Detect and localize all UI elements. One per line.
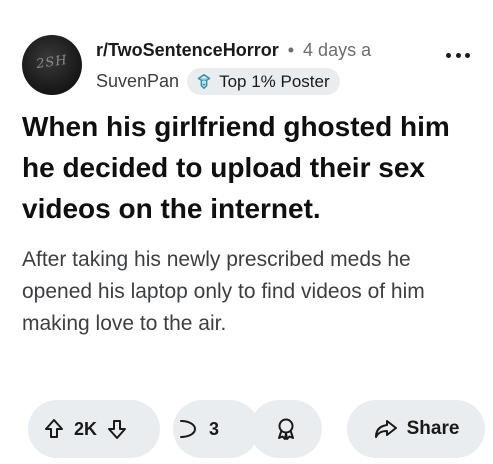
vote-count: 2K	[74, 418, 98, 439]
post-time: 4 days a	[303, 40, 372, 60]
arrow-down-icon[interactable]	[105, 417, 129, 441]
share-label: Share	[406, 418, 460, 439]
avatar-logo-text: 2SH	[35, 52, 69, 73]
share-icon	[373, 417, 399, 441]
post-body: After taking his newly prescribed meds h…	[22, 248, 425, 335]
author-badge: Top 1% Poster	[187, 68, 340, 95]
meta-separator: •	[287, 40, 295, 60]
author-line: SuvenPan Top 1% Poster	[96, 68, 340, 95]
post-meta: r/TwoSentenceHorror • 4 days a	[96, 40, 371, 61]
subreddit-avatar[interactable]: 2SH	[22, 35, 82, 95]
award-icon	[273, 416, 299, 442]
award-button[interactable]	[250, 400, 322, 458]
subreddit-link[interactable]: r/TwoSentenceHorror	[96, 40, 279, 60]
post-card: 2SH r/TwoSentenceHorror • 4 days a Suven…	[0, 0, 493, 464]
more-horizontal-icon[interactable]	[446, 50, 470, 60]
vote-control: 2K	[28, 400, 160, 458]
top-poster-icon	[197, 73, 211, 89]
comment-count: 3	[209, 418, 220, 439]
post-title[interactable]: When his girlfriend ghosted him he decid…	[22, 106, 482, 229]
arrow-up-icon[interactable]	[42, 417, 66, 441]
author-badge-label: Top 1% Poster	[219, 71, 330, 91]
share-button[interactable]: Share	[347, 400, 485, 458]
author-link[interactable]: SuvenPan	[96, 71, 179, 92]
comment-icon	[177, 417, 201, 441]
comment-button[interactable]: 3	[173, 400, 259, 458]
